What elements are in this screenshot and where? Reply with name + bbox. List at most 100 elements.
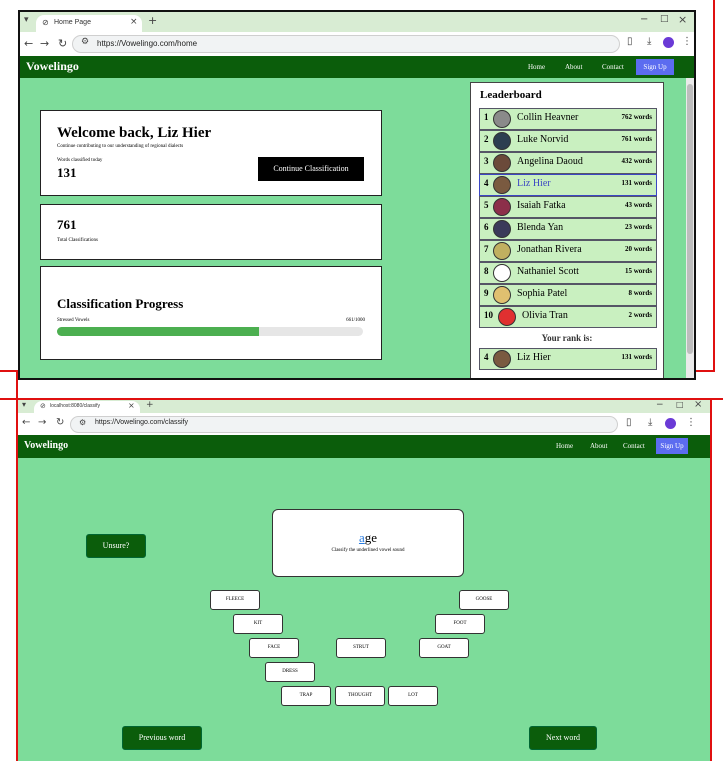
rank-number: 4 <box>484 178 489 188</box>
total-value: 761 <box>57 217 77 232</box>
forward-arrow-icon[interactable]: → <box>40 37 49 50</box>
leaderboard-row[interactable]: 4 Liz Hier 131 words <box>479 174 657 196</box>
avatar <box>493 264 511 282</box>
next-word-button[interactable]: Next word <box>529 726 597 750</box>
close-window-icon[interactable]: × <box>678 13 687 26</box>
tab-home-page[interactable]: ⊘ Home Page × <box>36 15 142 32</box>
reload-icon[interactable]: ↻ <box>56 417 64 428</box>
tab-classify[interactable]: ⊘ localhost:8080/classify × <box>34 401 140 413</box>
vowel-foot-button[interactable]: FOOT <box>435 614 485 634</box>
download-icon[interactable]: ⤓ <box>647 36 651 47</box>
tab-search-icon[interactable]: ▾ <box>22 400 26 409</box>
profile-icon[interactable] <box>665 418 676 429</box>
your-rank-row[interactable]: 4 Liz Hier 131 words <box>479 348 657 370</box>
word-count: 43 words <box>624 201 652 209</box>
site-info-icon[interactable]: ⚙ <box>81 37 89 47</box>
close-window-icon[interactable]: × <box>694 400 702 410</box>
leaderboard-row[interactable]: 9 Sophia Patel 8 words <box>479 284 657 306</box>
word-count: 432 words <box>621 157 652 165</box>
vowel-kit-button[interactable]: KIT <box>233 614 283 634</box>
leaderboard-row[interactable]: 7 Jonathan Rivera 20 words <box>479 240 657 262</box>
download-icon[interactable]: ⤓ <box>648 417 652 428</box>
vowel-goose-button[interactable]: GOOSE <box>459 590 509 610</box>
leaderboard-row[interactable]: 3 Angelina Daoud 432 words <box>479 152 657 174</box>
target-word: age <box>273 530 463 546</box>
leaderboard-row[interactable]: 5 Isaiah Fatka 43 words <box>479 196 657 218</box>
url-field[interactable]: ⚙ https://Vowelingo.com/classify <box>70 416 618 433</box>
vowel-dress-button[interactable]: DRESS <box>265 662 315 682</box>
scrollbar[interactable] <box>686 78 694 378</box>
sidebar-icon[interactable]: ▯ <box>627 36 633 47</box>
reload-icon[interactable]: ↻ <box>58 37 67 50</box>
menu-dots-icon[interactable]: ⋮ <box>686 417 696 428</box>
close-icon[interactable]: × <box>128 401 135 410</box>
unsure-button[interactable]: Unsure? <box>86 534 146 558</box>
top-nav: Vowelingo Home About Contact Sign Up <box>20 56 694 78</box>
user-name: Isaiah Fatka <box>517 200 566 211</box>
vowel-thought-button[interactable]: THOUGHT <box>335 686 385 706</box>
nav-about[interactable]: About <box>565 63 583 71</box>
url-field[interactable]: ⚙ https://Vowelingo.com/home <box>72 35 620 53</box>
avatar <box>493 220 511 238</box>
leaderboard-row[interactable]: 6 Blenda Yan 23 words <box>479 218 657 240</box>
vowel-face-button[interactable]: FACE <box>249 638 299 658</box>
tab-bar: ▾ ⊘ Home Page × + − □ × <box>20 12 694 32</box>
new-tab-icon[interactable]: + <box>146 400 154 410</box>
today-value: 131 <box>57 165 77 180</box>
signup-button[interactable]: Sign Up <box>636 59 674 75</box>
word-count: 23 words <box>624 223 652 231</box>
rank-number: 1 <box>484 112 489 122</box>
vowel-goat-button[interactable]: GOAT <box>419 638 469 658</box>
total-card: 761 Total Classifications <box>40 204 382 260</box>
user-name: Nathaniel Scott <box>517 266 579 277</box>
vowel-strut-button[interactable]: STRUT <box>336 638 386 658</box>
sidebar-icon[interactable]: ▯ <box>626 417 632 428</box>
vowel-trap-button[interactable]: TRAP <box>281 686 331 706</box>
tab-bar: ▾ ⊘ localhost:8080/classify × + − □ × <box>18 400 710 413</box>
close-icon[interactable]: × <box>130 17 138 27</box>
brand-logo[interactable]: Vowelingo <box>26 59 79 74</box>
leaderboard-title: Leaderboard <box>480 89 542 101</box>
minimize-icon[interactable]: − <box>656 400 664 410</box>
nav-about[interactable]: About <box>590 442 608 450</box>
leaderboard-row[interactable]: 1 Collin Heavner 762 words <box>479 108 657 130</box>
leaderboard-row[interactable]: 2 Luke Norvid 761 words <box>479 130 657 152</box>
url-text: https://Vowelingo.com/classify <box>95 419 188 426</box>
avatar <box>498 308 516 326</box>
maximize-icon[interactable]: □ <box>660 14 669 24</box>
nav-contact[interactable]: Contact <box>602 63 624 71</box>
word-count: 761 words <box>621 135 652 143</box>
signup-button[interactable]: Sign Up <box>656 438 688 454</box>
back-arrow-icon[interactable]: ← <box>22 417 30 428</box>
vowel-lot-button[interactable]: LOT <box>388 686 438 706</box>
previous-word-button[interactable]: Previous word <box>122 726 202 750</box>
profile-icon[interactable] <box>663 37 674 48</box>
site-info-icon[interactable]: ⚙ <box>79 418 86 427</box>
back-arrow-icon[interactable]: ← <box>24 37 33 50</box>
forward-arrow-icon[interactable]: → <box>38 417 46 428</box>
maximize-icon[interactable]: □ <box>676 400 684 409</box>
nav-contact[interactable]: Contact <box>623 442 645 450</box>
leaderboard-row[interactable]: 10 Olivia Tran 2 words <box>479 306 657 328</box>
new-tab-icon[interactable]: + <box>148 14 157 27</box>
user-name: Olivia Tran <box>522 310 568 321</box>
rank-number: 10 <box>484 310 493 320</box>
continue-classification-button[interactable]: Continue Classification <box>258 157 364 181</box>
nav-home[interactable]: Home <box>528 63 545 71</box>
vowel-fleece-button[interactable]: FLEECE <box>210 590 260 610</box>
avatar <box>493 176 511 194</box>
word-count: 762 words <box>621 113 652 121</box>
site-icon: ⊘ <box>40 402 46 410</box>
minimize-icon[interactable]: − <box>640 14 648 25</box>
menu-dots-icon[interactable]: ⋮ <box>682 36 692 47</box>
rank-number: 4 <box>484 352 489 362</box>
avatar <box>493 110 511 128</box>
today-label: Words classified today <box>57 158 103 163</box>
address-bar: ← → ↻ ⚙ https://Vowelingo.com/classify ▯… <box>18 413 710 435</box>
nav-home[interactable]: Home <box>556 442 573 450</box>
word-count: 131 words <box>621 353 652 361</box>
tab-search-icon[interactable]: ▾ <box>24 15 29 25</box>
brand-logo[interactable]: Vowelingo <box>24 440 68 451</box>
leaderboard-row[interactable]: 8 Nathaniel Scott 15 words <box>479 262 657 284</box>
leaderboard-panel: Leaderboard 1 Collin Heavner 762 words 2 Luk… <box>470 82 664 378</box>
